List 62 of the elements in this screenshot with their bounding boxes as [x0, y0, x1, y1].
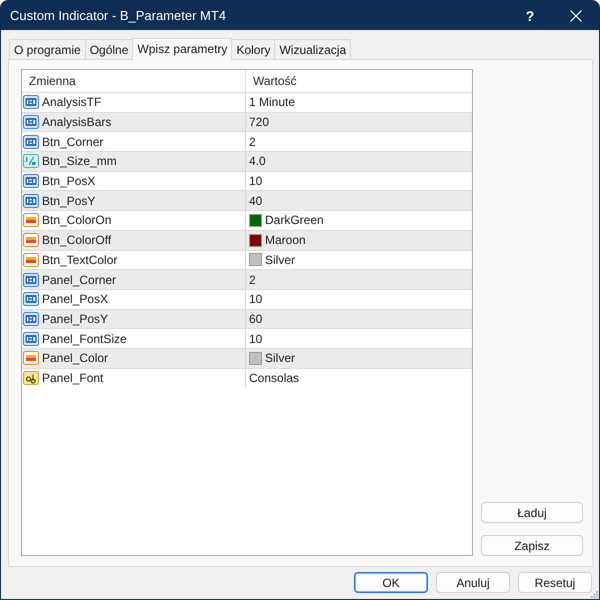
parameter-row[interactable]: AnalysisTF 1 Minute — [22, 92, 472, 112]
save-button[interactable]: Zapisz — [481, 535, 583, 556]
parameter-value[interactable]: Silver — [265, 252, 296, 267]
load-button[interactable]: Ładuj — [481, 502, 583, 523]
parameter-value[interactable]: 60 — [249, 312, 262, 326]
parameter-name: Panel_PosY — [42, 312, 108, 326]
parameter-value[interactable]: 40 — [249, 194, 262, 208]
parameter-name: AnalysisBars — [42, 115, 112, 130]
parameter-row[interactable]: Panel_Color Silver — [22, 348, 472, 368]
parameter-row[interactable]: Btn_PosY 40 — [22, 190, 472, 210]
help-button[interactable]: ? — [507, 1, 553, 30]
parameter-value[interactable]: 2 — [249, 134, 256, 149]
column-header[interactable]: Wartość — [246, 70, 472, 92]
parameter-row[interactable]: AnalysisBars 720 — [22, 112, 472, 132]
parameter-name: AnalysisTF — [42, 95, 102, 110]
parameter-row[interactable]: Panel_Font Consolas — [22, 368, 472, 388]
parameter-value[interactable]: Silver — [265, 351, 296, 366]
resize-grip-icon[interactable] — [591, 591, 598, 598]
text-type-icon — [23, 370, 39, 386]
parameter-value[interactable]: 2 — [249, 272, 256, 287]
window-title: Custom Indicator - B_Parameter MT4 — [10, 8, 228, 23]
parameter-name: Btn_ColorOff — [42, 233, 112, 248]
parameter-row[interactable]: Btn_TextColor Silver — [22, 250, 472, 270]
tab[interactable]: Ogólne — [84, 39, 134, 59]
parameter-name: Btn_PosY — [42, 194, 96, 208]
parameter-row[interactable]: Panel_PosX 10 — [22, 288, 472, 309]
parameter-name: Btn_PosX — [42, 174, 96, 188]
parameter-row[interactable]: Panel_FontSize 10 — [22, 328, 472, 348]
parameter-row[interactable]: Btn_Size_mm 4.0 — [22, 151, 472, 171]
parameter-value[interactable]: 720 — [249, 115, 270, 130]
cancel-button[interactable]: Anuluj — [436, 572, 510, 593]
parameter-name: Panel_Color — [42, 351, 108, 366]
parameter-value[interactable]: 4.0 — [249, 154, 266, 168]
parameter-value[interactable]: Consolas — [249, 370, 300, 385]
ok-button[interactable]: OK — [354, 572, 428, 593]
parameter-row[interactable]: Panel_PosY 60 — [22, 308, 472, 328]
parameter-name: Panel_PosX — [42, 292, 108, 306]
parameter-name: Btn_Size_mm — [42, 154, 117, 168]
close-icon — [570, 10, 582, 22]
parameter-name: Btn_Corner — [42, 134, 104, 149]
parameter-value[interactable]: Maroon — [265, 233, 306, 248]
tab[interactable]: Wizualizacja — [274, 39, 352, 59]
parameter-row[interactable]: Btn_PosX 10 — [22, 170, 472, 190]
parameter-value[interactable]: 10 — [249, 292, 262, 306]
parameter-name: Panel_Font — [42, 370, 104, 385]
parameter-value[interactable]: 1 Minute — [249, 95, 296, 110]
parameter-name: Panel_Corner — [42, 272, 116, 287]
fraction-type-icon — [23, 153, 39, 170]
parameter-row[interactable]: Btn_Corner 2 — [22, 131, 472, 152]
parameter-row[interactable]: Panel_Corner 2 — [22, 269, 472, 289]
tab[interactable]: Wpisz parametry — [132, 38, 232, 60]
parameter-value[interactable]: DarkGreen — [265, 213, 324, 228]
tab[interactable]: Kolory — [231, 39, 276, 59]
parameter-name: Btn_ColorOn — [42, 213, 112, 228]
parameter-value[interactable]: 10 — [249, 174, 262, 188]
tab[interactable]: O programie — [9, 39, 86, 59]
parameter-row[interactable]: Btn_ColorOff Maroon — [22, 230, 472, 250]
parameter-name: Btn_TextColor — [42, 252, 118, 267]
parameter-name: Panel_FontSize — [42, 332, 127, 346]
parameter-value[interactable]: 10 — [249, 332, 262, 346]
parameter-row[interactable]: Btn_ColorOn DarkGreen — [22, 210, 472, 230]
reset-button[interactable]: Resetuj — [518, 572, 592, 593]
